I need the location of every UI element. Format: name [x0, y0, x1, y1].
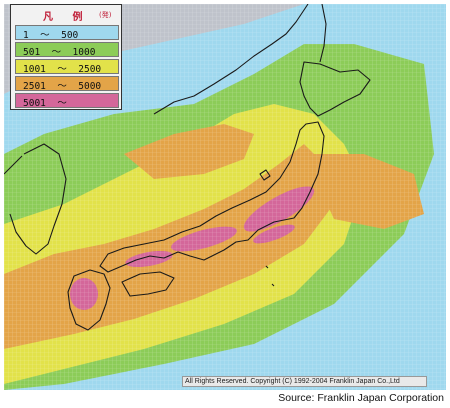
legend-item-2: 501 ～ 1000 — [15, 42, 119, 58]
map-legend: 凡 例 (発) 1 ～ 500 501 ～ 1000 1001 ～ 2500 2… — [10, 4, 122, 110]
legend-item-5: 5001 ～ — [15, 93, 119, 109]
legend-item-3: 1001 ～ 2500 — [15, 59, 119, 75]
legend-item-label: 5001 ～ — [23, 98, 67, 109]
copyright-notice: All Rights Reserved. Copyright (C) 1992-… — [182, 376, 427, 387]
legend-item-label: 1001 ～ 2500 — [23, 64, 102, 75]
legend-item-label: 2501 ～ 5000 — [23, 81, 102, 92]
source-caption: Source: Franklin Japan Corporation — [278, 392, 444, 404]
legend-header: 凡 例 (発) — [11, 8, 121, 23]
legend-item-4: 2501 ～ 5000 — [15, 76, 119, 92]
legend-item-1: 1 ～ 500 — [15, 25, 119, 41]
legend-title: 凡 例 — [43, 12, 91, 23]
legend-item-label: 1 ～ 500 — [23, 30, 79, 41]
legend-unit: (発) — [99, 11, 112, 19]
legend-item-label: 501 ～ 1000 — [23, 47, 96, 58]
